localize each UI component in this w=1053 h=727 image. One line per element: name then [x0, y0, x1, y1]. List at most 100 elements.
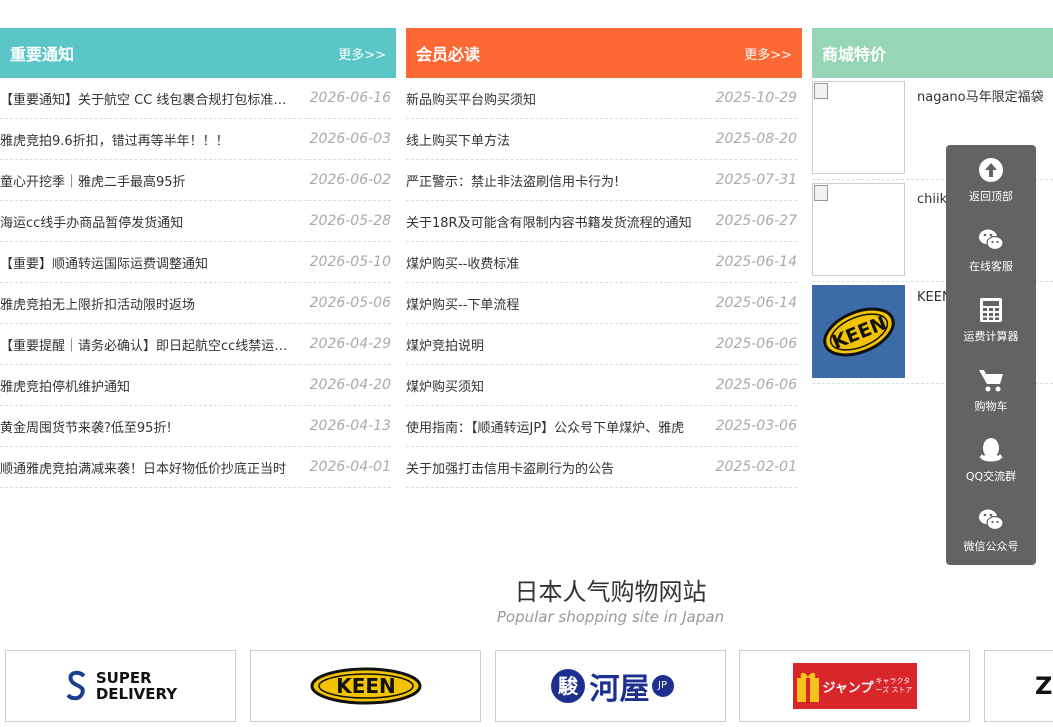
notice-list-item[interactable]: 海运cc线手办商品暂停发货通知 2026-05-28	[0, 201, 391, 242]
product-image[interactable]	[812, 81, 905, 174]
notice-item-date: 2026-04-01	[309, 459, 391, 475]
member-item-date: 2025-10-29	[715, 90, 797, 106]
logo-zo[interactable]: ZO	[984, 650, 1053, 722]
notice-item-title[interactable]: 雅虎竞拍无上限折扣活动限时返场	[0, 294, 195, 313]
notice-item-date: 2026-04-29	[309, 336, 391, 352]
qq-group-button[interactable]: QQ交流群	[946, 425, 1036, 495]
shopping-section-subtitle: Popular shopping site in Japan	[496, 608, 725, 626]
super-delivery-line1: SUPER	[95, 669, 152, 687]
arrow-up-circle-icon	[979, 158, 1003, 182]
wechat-official-button[interactable]: 微信公众号	[946, 495, 1036, 565]
online-service-button[interactable]: 在线客服	[946, 215, 1036, 285]
notice-item-date: 2026-05-06	[309, 295, 391, 311]
floating-sidebar: 返回顶部 在线客服 运费计算器 购物车 QQ交流群 微信公众号	[946, 145, 1036, 565]
notice-list-item[interactable]: 【重要通知】关于航空 CC 线包裹合规打包标准通知 2026-06-16	[0, 78, 391, 119]
notice-title: 重要通知	[10, 45, 75, 64]
member-list-item[interactable]: 煤炉竞拍说明 2025-06-06	[406, 324, 797, 365]
gift-box-icon	[796, 672, 819, 702]
member-list-item[interactable]: 使用指南：【顺通转运JP】公众号下单煤炉、雅虎 2025-03-06	[406, 406, 797, 447]
notice-item-title[interactable]: 海运cc线手办商品暂停发货通知	[0, 212, 183, 231]
member-item-title[interactable]: 煤炉购买--收费标准	[406, 253, 519, 272]
special-title: 商城特价	[822, 45, 887, 64]
notice-list-item[interactable]: 雅虎竞拍停机维护通知 2026-04-20	[0, 365, 391, 406]
super-delivery-s-icon	[66, 670, 86, 701]
logo-keen[interactable]: KEEN	[250, 650, 481, 722]
notice-item-title[interactable]: 顺通雅虎竞拍满减来袭！日本好物低价抄底正当时	[0, 458, 286, 477]
back-to-top-button[interactable]: 返回顶部	[946, 145, 1036, 215]
surugaya-emblem-icon: 駿	[550, 669, 585, 703]
keen-logo-text: KEEN	[336, 674, 396, 698]
member-item-date: 2025-06-14	[715, 254, 797, 270]
member-list-item[interactable]: 关于加强打击信用卡盗刷行为的公告 2025-02-01	[406, 447, 797, 488]
member-item-title[interactable]: 新品购买平台购买须知	[406, 89, 536, 108]
member-item-date: 2025-07-31	[715, 172, 797, 188]
notice-item-title[interactable]: 【重要】顺通转运国际运费调整通知	[0, 253, 208, 272]
notice-list-item[interactable]: 顺通雅虎竞拍满减来袭！日本好物低价抄底正当时 2026-04-01	[0, 447, 391, 488]
special-header: 商城特价	[812, 28, 1053, 78]
notice-list-item[interactable]: 童心开挖季｜雅虎二手最高95折 2026-06-02	[0, 160, 391, 201]
notice-item-title[interactable]: 【重要通知】关于航空 CC 线包裹合规打包标准通知	[0, 89, 298, 108]
notice-item-title[interactable]: 雅虎竞拍9.6折扣，错过再等半年！！！	[0, 130, 229, 149]
surugaya-jp-badge: JP	[651, 675, 674, 697]
notice-panel: 重要通知 更多>> 【重要通知】关于航空 CC 线包裹合规打包标准通知 2026-…	[0, 28, 396, 488]
shopping-section-title: 日本人气购物网站	[514, 578, 707, 606]
sidebar-label: QQ交流群	[965, 470, 1017, 483]
notice-item-title[interactable]: 【重要提醒｜请务必确认】即日起航空cc线禁运商品通知	[0, 335, 298, 354]
logo-super-delivery[interactable]: SUPER DELIVERY	[5, 650, 236, 722]
member-item-title[interactable]: 煤炉购买--下单流程	[406, 294, 519, 313]
member-item-date: 2025-06-06	[715, 336, 797, 352]
zo-logo-text: ZO	[1035, 672, 1053, 700]
broken-image-icon	[814, 185, 828, 201]
notice-list-item[interactable]: 【重要】顺通转运国际运费调整通知 2026-05-10	[0, 242, 391, 283]
notice-list-item[interactable]: 雅虎竞拍无上限折扣活动限时返场 2026-05-06	[0, 283, 391, 324]
keen-logo-icon: KEEN	[822, 307, 895, 356]
member-item-date: 2025-02-01	[715, 459, 797, 475]
calculator-icon	[980, 298, 1002, 322]
notice-item-date: 2026-05-10	[309, 254, 391, 270]
product-image[interactable]	[812, 183, 905, 276]
wechat-icon	[979, 229, 1004, 251]
member-list-item[interactable]: 新品购买平台购买须知 2025-10-29	[406, 78, 797, 119]
broken-image-icon	[814, 83, 828, 99]
member-item-title[interactable]: 煤炉购买须知	[406, 376, 484, 395]
member-item-title[interactable]: 使用指南：【顺通转运JP】公众号下单煤炉、雅虎	[406, 417, 684, 436]
notice-list-item[interactable]: 【重要提醒｜请务必确认】即日起航空cc线禁运商品通知 2026-04-29	[0, 324, 391, 365]
member-item-date: 2025-06-14	[715, 295, 797, 311]
member-list-item[interactable]: 煤炉购买--下单流程 2025-06-14	[406, 283, 797, 324]
notice-more-link[interactable]: 更多>>	[338, 44, 386, 63]
member-item-title[interactable]: 煤炉竞拍说明	[406, 335, 484, 354]
notice-item-title[interactable]: 雅虎竞拍停机维护通知	[0, 376, 130, 395]
member-item-title[interactable]: 关于加强打击信用卡盗刷行为的公告	[406, 458, 614, 477]
wechat-icon	[979, 509, 1004, 531]
freight-calculator-button[interactable]: 运费计算器	[946, 285, 1036, 355]
notice-list-item[interactable]: 雅虎竞拍9.6折扣，错过再等半年！！！ 2026-06-03	[0, 119, 391, 160]
notice-item-date: 2026-06-16	[309, 90, 391, 106]
member-item-title[interactable]: 关于18R及可能含有限制内容书籍发货流程的通知	[406, 212, 692, 231]
member-list-item[interactable]: 关于18R及可能含有限制内容书籍发货流程的通知 2025-06-27	[406, 201, 797, 242]
sidebar-label: 微信公众号	[963, 540, 1019, 553]
keen-logo-icon: KEEN	[310, 667, 421, 705]
member-list-item[interactable]: 煤炉购买--收费标准 2025-06-14	[406, 242, 797, 283]
member-item-title[interactable]: 严正警示：禁止非法盗刷信用卡行为!	[406, 171, 619, 190]
jump-store-logo-text: ジャンプ	[822, 680, 874, 696]
logo-jump-store[interactable]: ジャンプ キャラクターズ ストア	[739, 650, 970, 722]
notice-list: 【重要通知】关于航空 CC 线包裹合规打包标准通知 2026-06-16 雅虎竞拍9…	[0, 78, 391, 488]
member-item-date: 2025-06-06	[715, 377, 797, 393]
cart-button[interactable]: 购物车	[946, 355, 1036, 425]
notice-list-item[interactable]: 黄金周囤货节来袭?低至95折! 2026-04-13	[0, 406, 391, 447]
logo-surugaya[interactable]: 駿 河屋 JP	[495, 650, 726, 722]
sidebar-label: 返回顶部	[969, 190, 1013, 203]
notice-item-title[interactable]: 黄金周囤货节来袭?低至95折!	[0, 417, 172, 436]
sidebar-label: 在线客服	[969, 260, 1013, 273]
member-more-link[interactable]: 更多>>	[744, 44, 792, 63]
member-item-date: 2025-08-20	[715, 131, 797, 147]
member-list-item[interactable]: 线上购买下单方法 2025-08-20	[406, 119, 797, 160]
member-item-title[interactable]: 线上购买下单方法	[406, 130, 510, 149]
notice-item-date: 2026-06-02	[309, 172, 391, 188]
notice-item-title[interactable]: 童心开挖季｜雅虎二手最高95折	[0, 171, 186, 190]
product-image[interactable]: KEEN	[812, 285, 905, 378]
member-list-item[interactable]: 煤炉购买须知 2025-06-06	[406, 365, 797, 406]
sidebar-label: 购物车	[974, 400, 1008, 413]
member-list-item[interactable]: 严正警示：禁止非法盗刷信用卡行为! 2025-07-31	[406, 160, 797, 201]
sidebar-label: 运费计算器	[963, 330, 1019, 343]
